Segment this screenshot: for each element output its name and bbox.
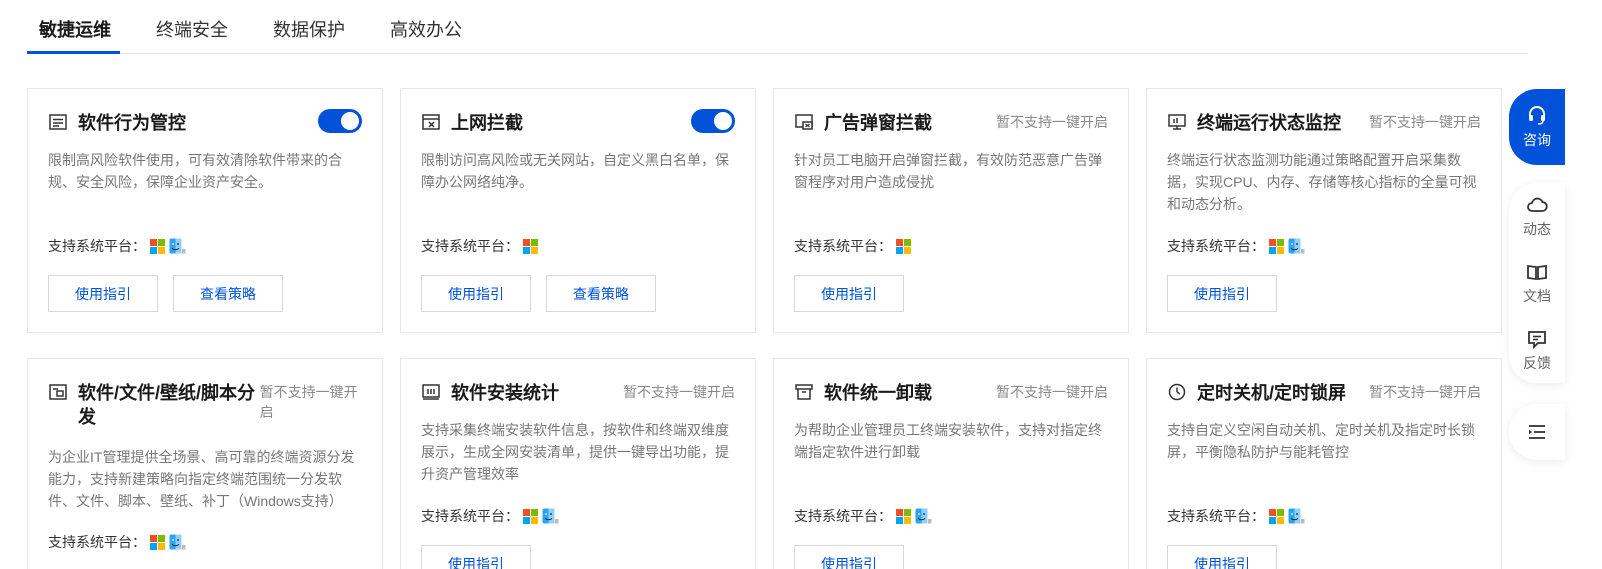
view-policy-button[interactable]: 查看策略 (546, 275, 656, 312)
platform-row: 支持系统平台： (48, 236, 186, 256)
clock-icon (1167, 382, 1187, 402)
card-scheduled-shutdown-lock: 定时关机/定时锁屏 暂不支持一键开启 支持自定义空闲自动关机、定时关机及指定时长… (1146, 358, 1502, 569)
usage-guide-button[interactable]: 使用指引 (421, 545, 531, 569)
platform-row: 支持系统平台： (794, 506, 932, 526)
distribution-icon (48, 382, 68, 402)
side-item-feedback[interactable]: 反馈 (1509, 329, 1565, 373)
mac-finder-icon (169, 238, 186, 254)
enable-toggle[interactable] (318, 109, 362, 133)
active-tab-indicator (27, 51, 120, 54)
feature-tabs: 敏捷运维 终端安全 数据保护 高效办公 (27, 0, 1527, 54)
headset-icon (1529, 106, 1545, 125)
side-item-docs[interactable]: 文档 (1509, 262, 1565, 306)
card-software-behavior-control: 软件行为管控 限制高风险软件使用，可有效清除软件带来的合规、安全风险，保障企业资… (27, 88, 383, 333)
platform-row: 支持系统平台： (48, 532, 186, 552)
side-label-feedback: 反馈 (1523, 355, 1551, 371)
enable-toggle[interactable] (691, 109, 735, 133)
platform-row: 支持系统平台： (794, 236, 911, 256)
side-tool-panel: 动态 文档 反馈 (1509, 183, 1565, 383)
windows-icon (150, 534, 165, 550)
windows-icon (1269, 238, 1284, 254)
windows-icon (896, 508, 911, 524)
mac-finder-icon (915, 508, 932, 524)
card-description: 针对员工电脑开启弹窗拦截，有效防范恶意广告弹窗程序对用户造成侵扰 (794, 152, 1102, 190)
not-supported-status: 暂不支持一键开启 (623, 384, 735, 400)
card-description: 限制高风险软件使用，可有效清除软件带来的合规、安全风险，保障企业资产安全。 (48, 152, 342, 190)
platform-label: 支持系统平台： (421, 238, 519, 254)
platform-row: 支持系统平台： (421, 506, 559, 526)
mac-finder-icon (169, 534, 186, 550)
popup-block-icon (794, 112, 814, 132)
stats-icon (421, 382, 441, 402)
platform-label: 支持系统平台： (48, 534, 146, 550)
cloud-icon (1527, 197, 1548, 212)
view-policy-button[interactable]: 查看策略 (173, 275, 283, 312)
card-title: 软件/文件/壁纸/脚本分发 (78, 383, 256, 427)
card-title: 广告弹窗拦截 (824, 113, 932, 133)
usage-guide-button[interactable]: 使用指引 (794, 545, 904, 569)
side-label-news: 动态 (1523, 221, 1551, 237)
card-ad-popup-blocking: 广告弹窗拦截 暂不支持一键开启 针对员工电脑开启弹窗拦截，有效防范恶意广告弹窗程… (773, 88, 1129, 333)
mac-finder-icon (1288, 508, 1305, 524)
card-web-blocking: 上网拦截 限制访问高风险或无关网站，自定义黑白名单，保障办公网络纯净。 支持系统… (400, 88, 756, 333)
not-supported-status: 暂不支持一键开启 (1369, 114, 1481, 130)
usage-guide-button[interactable]: 使用指引 (48, 275, 158, 312)
card-description: 限制访问高风险或无关网站，自定义黑白名单，保障办公网络纯净。 (421, 152, 729, 190)
usage-guide-button[interactable]: 使用指引 (1167, 275, 1277, 312)
usage-guide-button[interactable]: 使用指引 (421, 275, 531, 312)
platform-row: 支持系统平台： (1167, 506, 1305, 526)
platform-row: 支持系统平台： (1167, 236, 1305, 256)
usage-guide-button[interactable]: 使用指引 (1167, 545, 1277, 569)
card-title: 定时关机/定时锁屏 (1197, 383, 1347, 403)
consult-button[interactable]: 咨询 (1509, 89, 1565, 165)
card-title: 软件安装统计 (451, 383, 559, 403)
web-block-icon (421, 112, 441, 132)
card-endpoint-status-monitor: 终端运行状态监控 暂不支持一键开启 终端运行状态监测功能通过策略配置开启采集数据… (1146, 88, 1502, 333)
list-icon (48, 112, 68, 132)
tab-data-protection[interactable]: 数据保护 (273, 16, 345, 42)
windows-icon (150, 238, 165, 254)
side-menu-button[interactable] (1509, 404, 1565, 460)
card-title: 软件统一卸载 (824, 383, 932, 403)
card-description: 支持自定义空闲自动关机、定时关机及指定时长锁屏，平衡隐私防护与能耗管控 (1167, 422, 1475, 460)
platform-label: 支持系统平台： (421, 508, 519, 524)
card-description: 终端运行状态监测功能通过策略配置开启采集数据，实现CPU、内存、存储等核心指标的… (1167, 152, 1477, 212)
tab-agile-ops[interactable]: 敏捷运维 (39, 16, 111, 42)
consult-label: 咨询 (1523, 132, 1551, 148)
side-label-docs: 文档 (1523, 288, 1551, 304)
trash-icon (794, 382, 814, 402)
card-software-distribution: 软件/文件/壁纸/脚本分发 暂不支持一键开启 为企业IT管理提供全场景、高可靠的… (27, 358, 383, 569)
windows-icon (523, 508, 538, 524)
mac-finder-icon (542, 508, 559, 524)
platform-label: 支持系统平台： (794, 238, 892, 254)
menu-list-icon (1529, 425, 1545, 439)
side-item-news[interactable]: 动态 (1509, 195, 1565, 239)
not-supported-status: 暂不支持一键开启 (1369, 384, 1481, 400)
mac-finder-icon (1288, 238, 1305, 254)
card-software-uninstall: 软件统一卸载 暂不支持一键开启 为帮助企业管理员工终端安装软件，支持对指定终端指… (773, 358, 1129, 569)
not-supported-status: 暂不支持一键开启 (996, 114, 1108, 130)
tab-efficient-office[interactable]: 高效办公 (390, 16, 462, 42)
platform-row: 支持系统平台： (421, 236, 538, 256)
platform-label: 支持系统平台： (1167, 238, 1265, 254)
usage-guide-button[interactable]: 使用指引 (794, 275, 904, 312)
card-description: 支持采集终端安装软件信息，按软件和终端双维度展示，生成全网安装清单，提供一键导出… (421, 422, 729, 482)
tab-endpoint-security[interactable]: 终端安全 (156, 16, 228, 42)
windows-icon (1269, 508, 1284, 524)
not-supported-status: 暂不支持一键开启 (996, 384, 1108, 400)
book-icon (1527, 264, 1547, 281)
platform-label: 支持系统平台： (48, 238, 146, 254)
windows-icon (523, 238, 538, 254)
card-software-install-stats: 软件安装统计 暂不支持一键开启 支持采集终端安装软件信息，按软件和终端双维度展示… (400, 358, 756, 569)
feedback-icon (1528, 331, 1546, 349)
card-description: 为帮助企业管理员工终端安装软件，支持对指定终端指定软件进行卸载 (794, 422, 1102, 460)
card-description: 为企业IT管理提供全场景、高可靠的终端资源分发能力，支持新建策略向指定终端范围统… (48, 449, 355, 509)
platform-label: 支持系统平台： (1167, 508, 1265, 524)
platform-label: 支持系统平台： (794, 508, 892, 524)
card-title: 终端运行状态监控 (1197, 113, 1341, 133)
not-supported-status: 暂不支持一键开启 (259, 384, 358, 420)
monitor-icon (1167, 112, 1187, 132)
windows-icon (896, 238, 911, 254)
